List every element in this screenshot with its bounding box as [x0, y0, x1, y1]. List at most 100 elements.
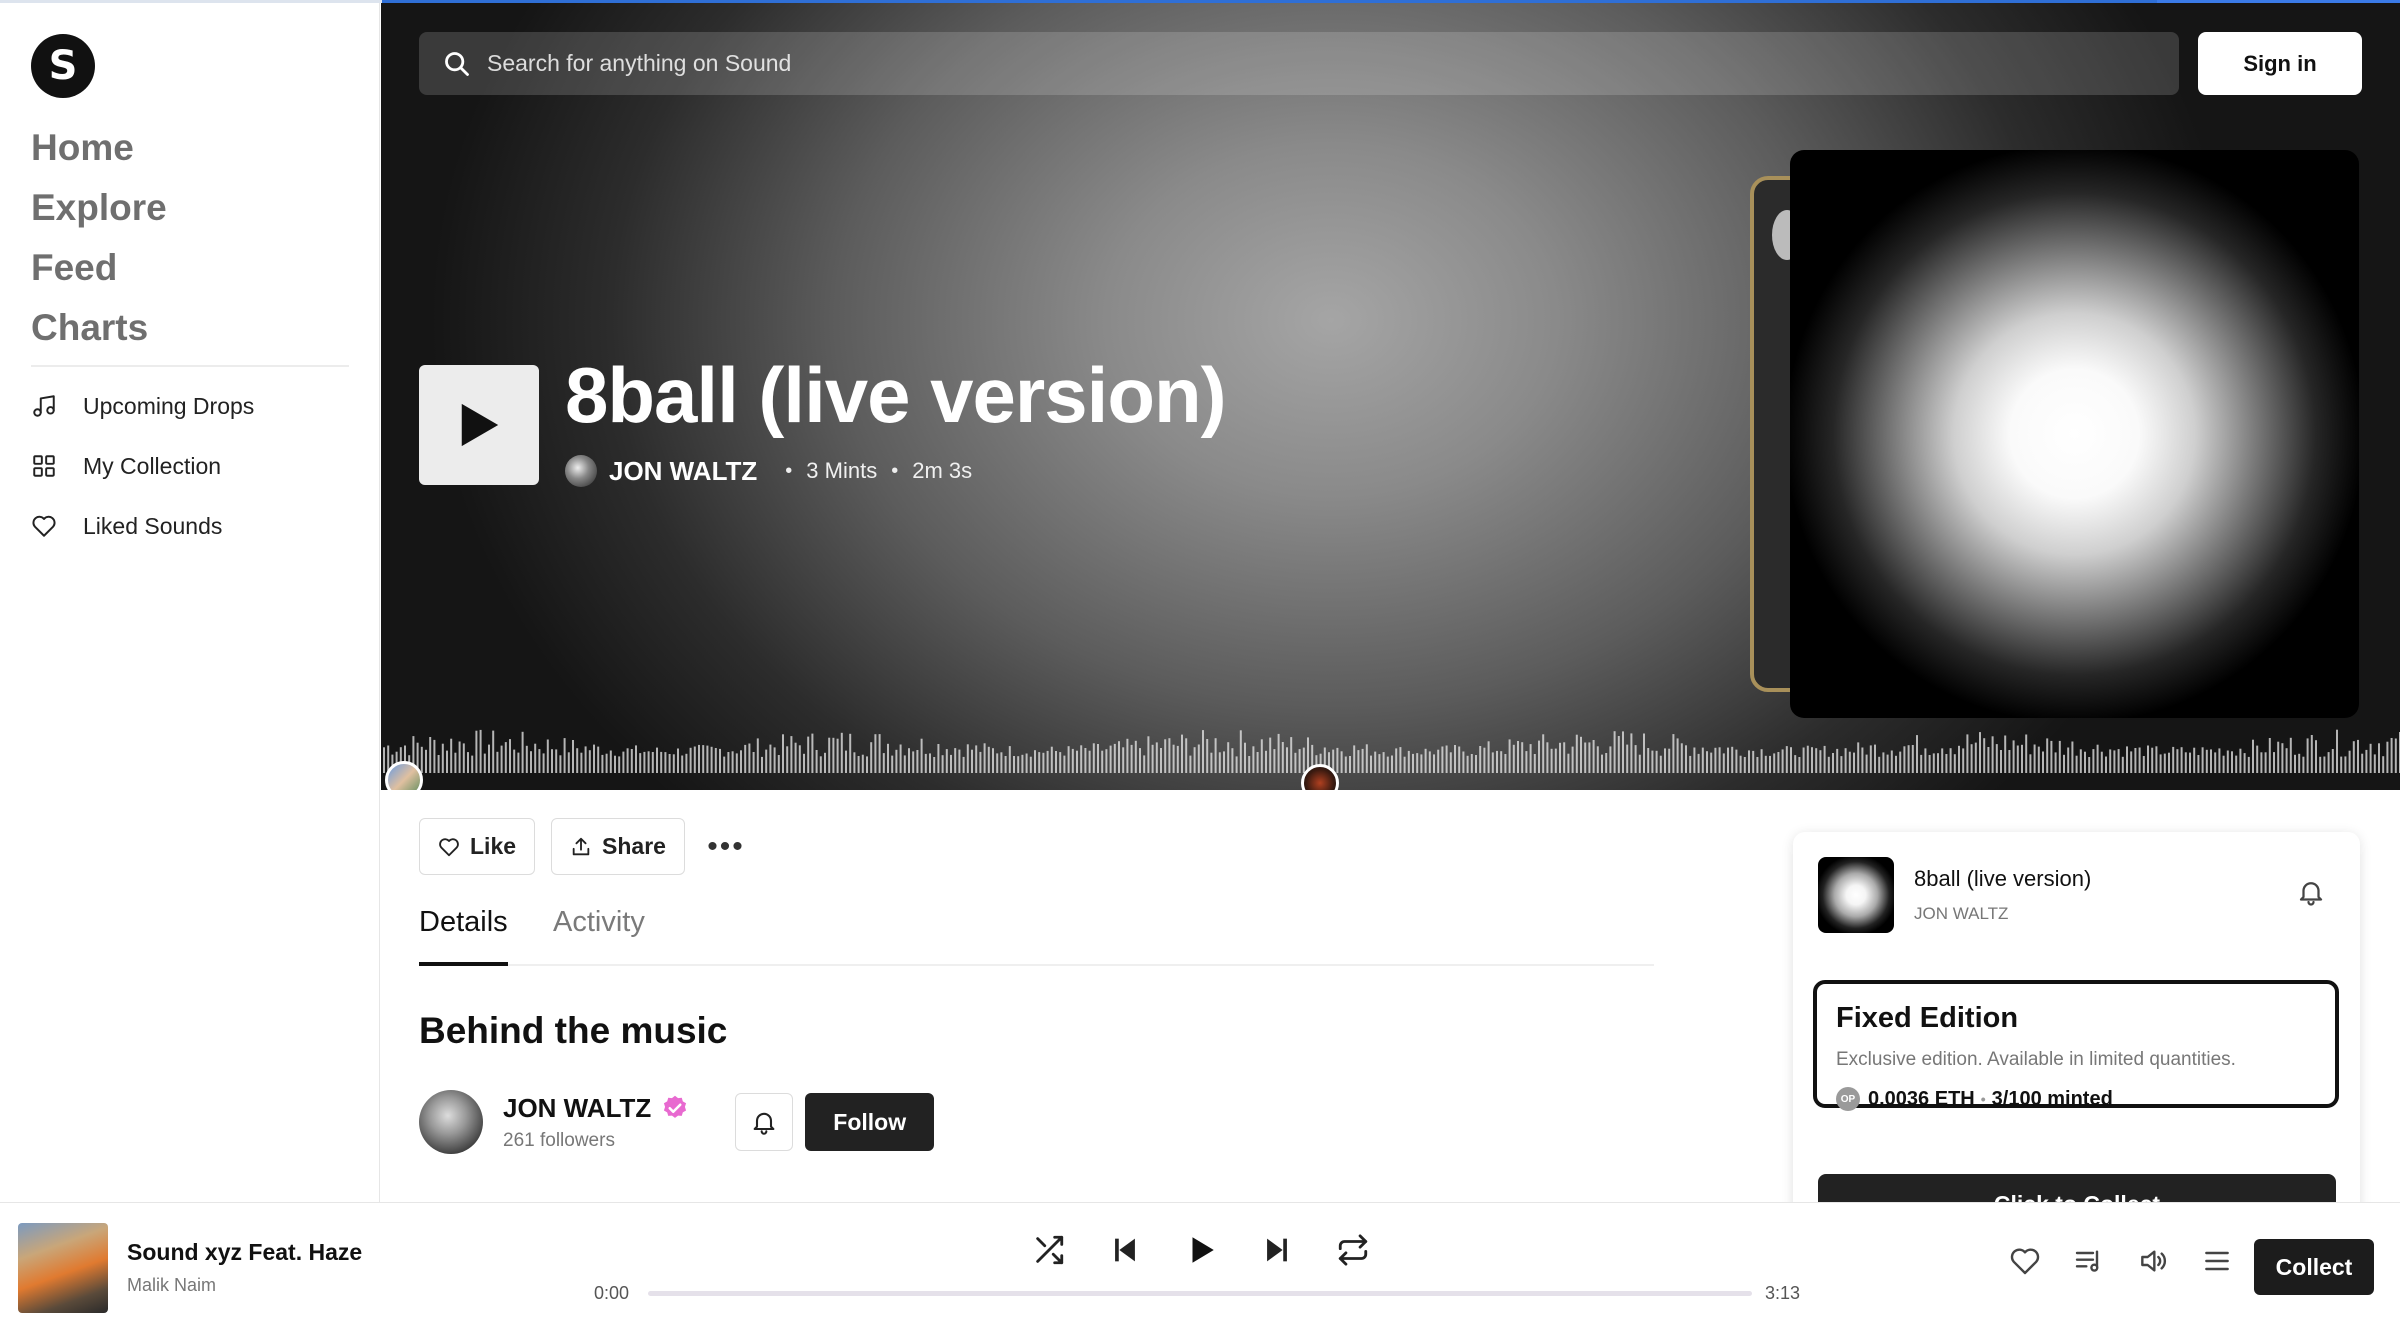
shuffle-icon: [1036, 1235, 1064, 1265]
waveform-bar: [933, 757, 936, 773]
waveform-bar: [1651, 750, 1654, 773]
nav-upcoming-drops[interactable]: Upcoming Drops: [31, 376, 254, 436]
progress-scrubber[interactable]: [648, 1291, 1752, 1296]
more-options-button[interactable]: •••: [701, 818, 751, 875]
waveform-bar: [1428, 751, 1431, 773]
waveform-bar: [1147, 736, 1150, 773]
waveform-bar: [2323, 756, 2326, 773]
play-button[interactable]: [419, 365, 539, 485]
volume-button[interactable]: [2133, 1241, 2173, 1281]
waveform-bar: [1844, 748, 1847, 773]
waveform-bar: [2100, 751, 2103, 773]
waveform-bar: [2121, 756, 2124, 773]
collect-button[interactable]: Collect: [2254, 1239, 2374, 1295]
artist-info: JON WALTZ 261 followers: [503, 1093, 689, 1152]
now-playing-artist[interactable]: Malik Naim: [127, 1275, 216, 1296]
waveform-bar: [1042, 752, 1045, 773]
shuffle-button[interactable]: [1024, 1225, 1074, 1275]
waveform-bar: [735, 753, 738, 773]
nav-liked-sounds[interactable]: Liked Sounds: [31, 496, 254, 556]
search-input[interactable]: [487, 50, 2087, 77]
artist-name-row: JON WALTZ: [503, 1093, 689, 1124]
nav-feed[interactable]: Feed: [31, 238, 167, 298]
player-bar: Sound xyz Feat. Haze Malik Naim 0:00 3:1…: [0, 1202, 2400, 1328]
bell-icon[interactable]: [2296, 877, 2326, 907]
previous-button[interactable]: [1100, 1225, 1150, 1275]
waveform-bar: [1580, 736, 1582, 773]
waveform-bar: [954, 748, 957, 773]
notify-button[interactable]: [735, 1093, 794, 1151]
waveform-bar: [563, 738, 566, 773]
waveform-bar: [996, 753, 999, 773]
fixed-edition-option[interactable]: Fixed Edition Exclusive edition. Availab…: [1813, 980, 2339, 1111]
search-bar[interactable]: [419, 32, 2179, 95]
tab-details[interactable]: Details: [419, 906, 508, 966]
waveform[interactable]: [381, 715, 2400, 790]
like-button[interactable]: Like: [419, 818, 536, 875]
nav-charts[interactable]: Charts: [31, 298, 167, 358]
nav-my-collection[interactable]: My Collection: [31, 436, 254, 496]
waveform-bar: [1601, 754, 1603, 773]
repeat-button[interactable]: [1328, 1225, 1378, 1275]
waveform-bar: [660, 751, 663, 773]
waveform-bar: [1823, 745, 1826, 773]
waveform-bar: [1496, 750, 1498, 773]
waveform-bar: [1412, 753, 1414, 773]
waveform-bar: [1731, 746, 1734, 773]
waveform-bar: [2348, 750, 2351, 773]
waveform-bar: [1269, 737, 1272, 773]
waveform-bar: [1512, 744, 1515, 773]
waveform-bar: [840, 732, 843, 773]
waveform-bar: [601, 754, 604, 773]
waveform-bar: [1962, 748, 1965, 773]
waveform-bar: [1554, 748, 1557, 773]
share-button[interactable]: Share: [551, 818, 685, 875]
waveform-bar: [643, 751, 646, 773]
follow-button[interactable]: Follow: [805, 1093, 935, 1151]
waveform-bar: [916, 750, 919, 773]
menu-button[interactable]: [2197, 1241, 2237, 1281]
now-playing-title[interactable]: Sound xyz Feat. Haze: [127, 1239, 362, 1266]
waveform-bar: [1668, 748, 1671, 773]
waveform-bar: [2092, 749, 2095, 773]
waveform-bar: [1059, 752, 1062, 773]
artist-name[interactable]: JON WALTZ: [609, 456, 757, 487]
waveform-bar: [786, 746, 789, 773]
waveform-bar: [1382, 752, 1385, 773]
waveform-bar: [1126, 738, 1129, 773]
waveform-bar: [798, 745, 801, 773]
waveform-bar: [1076, 750, 1078, 773]
waveform-bar: [2130, 751, 2133, 773]
waveform-bar: [1504, 754, 1507, 773]
waveform-bar: [2004, 735, 2007, 773]
waveform-bar: [656, 747, 658, 773]
tab-activity[interactable]: Activity: [553, 906, 645, 966]
like-track-button[interactable]: [2005, 1241, 2045, 1281]
nav-explore[interactable]: Explore: [31, 178, 167, 238]
waveform-bar: [1395, 748, 1398, 773]
waveform-bar: [2268, 738, 2271, 773]
queue-button[interactable]: [2069, 1241, 2109, 1281]
waveform-bar: [2214, 752, 2217, 773]
waveform-bar: [1718, 747, 1721, 773]
waveform-bar: [2079, 749, 2082, 773]
waveform-bar: [777, 755, 780, 773]
waveform-bar: [2105, 756, 2107, 773]
nav-home[interactable]: Home: [31, 118, 167, 178]
now-playing-cover[interactable]: [18, 1223, 108, 1313]
waveform-bar: [1764, 755, 1767, 773]
artist-name[interactable]: JON WALTZ: [503, 1093, 651, 1124]
play-pause-button[interactable]: [1176, 1225, 1226, 1275]
artist-avatar[interactable]: [419, 1090, 483, 1154]
sound-logo-icon[interactable]: S: [31, 34, 95, 98]
waveform-bar: [966, 744, 969, 773]
waveform-bar: [530, 751, 532, 773]
track-cover-art[interactable]: [1790, 150, 2359, 718]
artist-avatar[interactable]: [565, 455, 597, 487]
next-button[interactable]: [1252, 1225, 1302, 1275]
sign-in-button[interactable]: Sign in: [2198, 32, 2362, 95]
waveform-bar: [1680, 743, 1683, 773]
waveform-bar: [2218, 748, 2221, 773]
waveform-bar: [1449, 752, 1452, 773]
waveform-bar: [593, 744, 595, 773]
